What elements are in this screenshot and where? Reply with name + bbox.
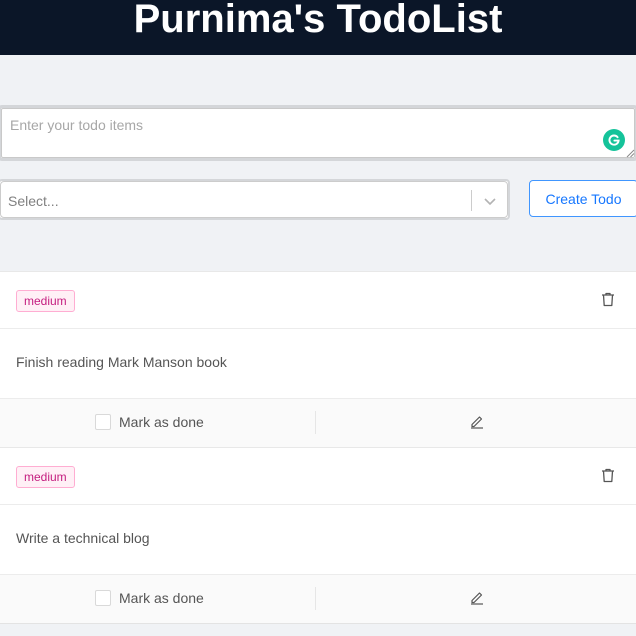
resize-handle-icon[interactable]	[626, 149, 635, 158]
actions-divider	[315, 587, 316, 610]
todo-card-actions: Mark as done	[0, 574, 636, 624]
priority-tag: medium	[16, 290, 75, 312]
mark-done-checkbox[interactable]	[95, 590, 111, 606]
priority-select[interactable]: Select...	[0, 181, 508, 218]
create-todo-button[interactable]: Create Todo	[529, 180, 636, 217]
todo-input[interactable]	[1, 108, 635, 158]
todo-card-actions: Mark as done	[0, 398, 636, 448]
grammarly-icon[interactable]	[603, 129, 625, 151]
todo-card: medium Write a technical blog Mark as do…	[0, 447, 636, 624]
todo-card-header: medium	[0, 272, 636, 329]
mark-as-done-toggle[interactable]: Mark as done	[95, 590, 204, 606]
todo-text: Finish reading Mark Manson book	[16, 354, 227, 370]
mark-done-label: Mark as done	[119, 414, 204, 430]
trash-icon[interactable]	[601, 468, 615, 483]
todo-card-header: medium	[0, 448, 636, 505]
select-placeholder: Select...	[8, 193, 59, 209]
priority-tag: medium	[16, 466, 75, 488]
actions-divider	[315, 411, 316, 434]
select-separator	[471, 190, 472, 211]
edit-pencil-icon[interactable]	[469, 589, 485, 605]
priority-select-container: Select...	[0, 179, 510, 220]
todo-text: Write a technical blog	[16, 530, 150, 546]
edit-pencil-icon[interactable]	[469, 413, 485, 429]
mark-done-label: Mark as done	[119, 590, 204, 606]
page-title: Purnima's TodoList	[133, 0, 503, 41]
mark-as-done-toggle[interactable]: Mark as done	[95, 414, 204, 430]
todo-input-container	[0, 105, 636, 161]
trash-icon[interactable]	[601, 292, 615, 307]
todo-card: medium Finish reading Mark Manson book M…	[0, 271, 636, 448]
app-header: Purnima's TodoList	[0, 0, 636, 55]
mark-done-checkbox[interactable]	[95, 414, 111, 430]
chevron-down-icon[interactable]	[481, 193, 499, 209]
